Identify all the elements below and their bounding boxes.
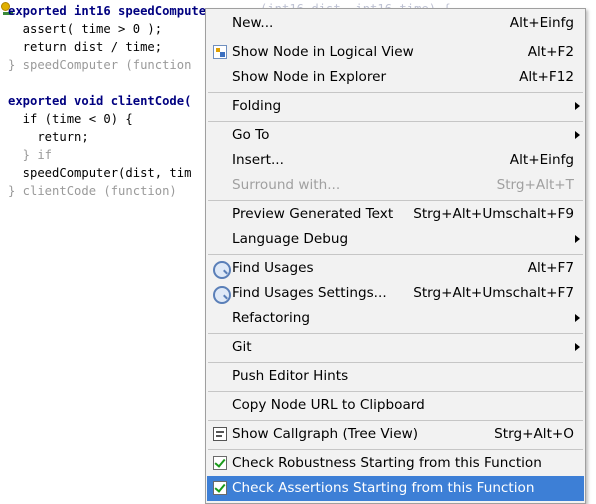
menu-item-language-debug[interactable]: Language Debug [207,227,584,252]
context-menu: New... Alt+Einfg Show Node in Logical Vi… [205,8,586,504]
menu-item-check-robustness[interactable]: Check Robustness Starting from this Func… [207,451,584,476]
menu-item-shortcut: Alt+Einfg [509,15,574,31]
menu-separator [208,92,583,93]
menu-item-label: Check Assertions Starting from this Func… [232,480,535,496]
checkbox-icon [213,456,227,470]
code-text: } clientCode (function) [8,184,177,198]
code-line[interactable]: return dist / time; [8,38,162,56]
menu-item-shortcut: Strg+Alt+Umschalt+F9 [413,206,574,222]
menu-item-label: Copy Node URL to Clipboard [232,397,425,413]
code-text: exported int16 speedComputer [8,4,214,18]
menu-item-git[interactable]: Git [207,335,584,360]
code-text: if (time < 0) { [8,112,133,126]
code-line[interactable]: return; [8,128,89,146]
menu-item-label: Surround with... [232,177,341,193]
submenu-arrow-icon [575,314,580,322]
code-text: } speedComputer (function [8,58,192,72]
menu-item-shortcut: Alt+F7 [527,260,574,276]
menu-item-new[interactable]: New... Alt+Einfg [207,11,584,36]
menu-item-show-node-explorer[interactable]: Show Node in Explorer Alt+F12 [207,65,584,90]
submenu-arrow-icon [575,343,580,351]
node-icon [213,45,227,59]
code-text: return dist / time; [8,40,163,54]
menu-item-label: Show Node in Explorer [232,69,387,85]
menu-separator [208,362,583,363]
menu-item-find-usages[interactable]: Find Usages Alt+F7 [207,256,584,281]
menu-item-push-editor-hints[interactable]: Push Editor Hints [207,364,584,389]
submenu-arrow-icon [575,235,580,243]
menu-item-shortcut: Alt+Einfg [509,152,574,168]
code-text: } if [8,148,53,162]
menu-item-label: Insert... [232,152,284,168]
menu-item-copy-node-url[interactable]: Copy Node URL to Clipboard [207,393,584,418]
menu-separator [208,200,583,201]
menu-item-shortcut: Alt+F12 [519,69,574,85]
code-line[interactable]: assert( time > 0 ); [8,20,162,38]
menu-item-shortcut: Strg+Alt+Umschalt+F7 [413,285,574,301]
menu-item-label: Find Usages Settings... [232,285,387,301]
menu-item-insert[interactable]: Insert... Alt+Einfg [207,148,584,173]
callgraph-icon [213,427,227,441]
code-line[interactable]: } clientCode (function) [8,182,177,200]
menu-item-preview-generated-text[interactable]: Preview Generated Text Strg+Alt+Umschalt… [207,202,584,227]
menu-item-label: Show Node in Logical View [232,44,414,60]
menu-item-folding[interactable]: Folding [207,94,584,119]
menu-separator [208,333,583,334]
menu-item-check-assertions[interactable]: Check Assertions Starting from this Func… [207,476,584,501]
menu-item-label: Refactoring [232,310,311,326]
submenu-arrow-icon [575,102,580,110]
code-line[interactable]: if (time < 0) { [8,110,133,128]
code-line[interactable]: } speedComputer (function [8,56,191,74]
menu-separator [208,254,583,255]
menu-item-label: Show Callgraph (Tree View) [232,426,418,442]
menu-item-go-to[interactable]: Go To [207,123,584,148]
menu-item-label: Preview Generated Text [232,206,394,222]
menu-separator [208,449,583,450]
menu-item-label: Push Editor Hints [232,368,349,384]
checkbox-icon [213,481,227,495]
menu-item-label: Folding [232,98,282,114]
code-text: assert( time > 0 ); [8,22,163,36]
menu-item-label: Git [232,339,252,355]
code-line[interactable]: speedComputer(dist, tim [8,164,192,182]
menu-separator [208,420,583,421]
menu-item-find-usages-settings[interactable]: Find Usages Settings... Strg+Alt+Umschal… [207,281,584,306]
menu-item-shortcut: Strg+Alt+T [496,177,574,193]
code-line[interactable]: exported int16 speedComputer [8,2,213,20]
menu-item-label: Check Robustness Starting from this Func… [232,455,542,471]
submenu-arrow-icon [575,131,580,139]
code-line[interactable]: } if [8,146,52,164]
menu-item-label: Find Usages [232,260,314,276]
code-text: speedComputer(dist, tim [8,166,192,180]
menu-item-label: New... [232,15,274,31]
menu-separator [208,391,583,392]
menu-item-show-node-logical-view[interactable]: Show Node in Logical View Alt+F2 [207,40,584,65]
menu-item-label: Language Debug [232,231,349,247]
menu-item-surround-with[interactable]: Surround with... Strg+Alt+T [207,173,584,198]
code-text: exported void clientCode( [8,94,192,108]
code-text: return; [8,130,89,144]
menu-item-shortcut: Strg+Alt+O [494,426,574,442]
code-line[interactable]: exported void clientCode( [8,92,191,110]
menu-item-refactoring[interactable]: Refactoring [207,306,584,331]
search-icon [213,261,231,279]
search-icon [213,286,231,304]
menu-item-shortcut: Alt+F2 [527,44,574,60]
menu-item-show-callgraph[interactable]: Show Callgraph (Tree View) Strg+Alt+O [207,422,584,447]
menu-separator [208,121,583,122]
menu-item-label: Go To [232,127,270,143]
